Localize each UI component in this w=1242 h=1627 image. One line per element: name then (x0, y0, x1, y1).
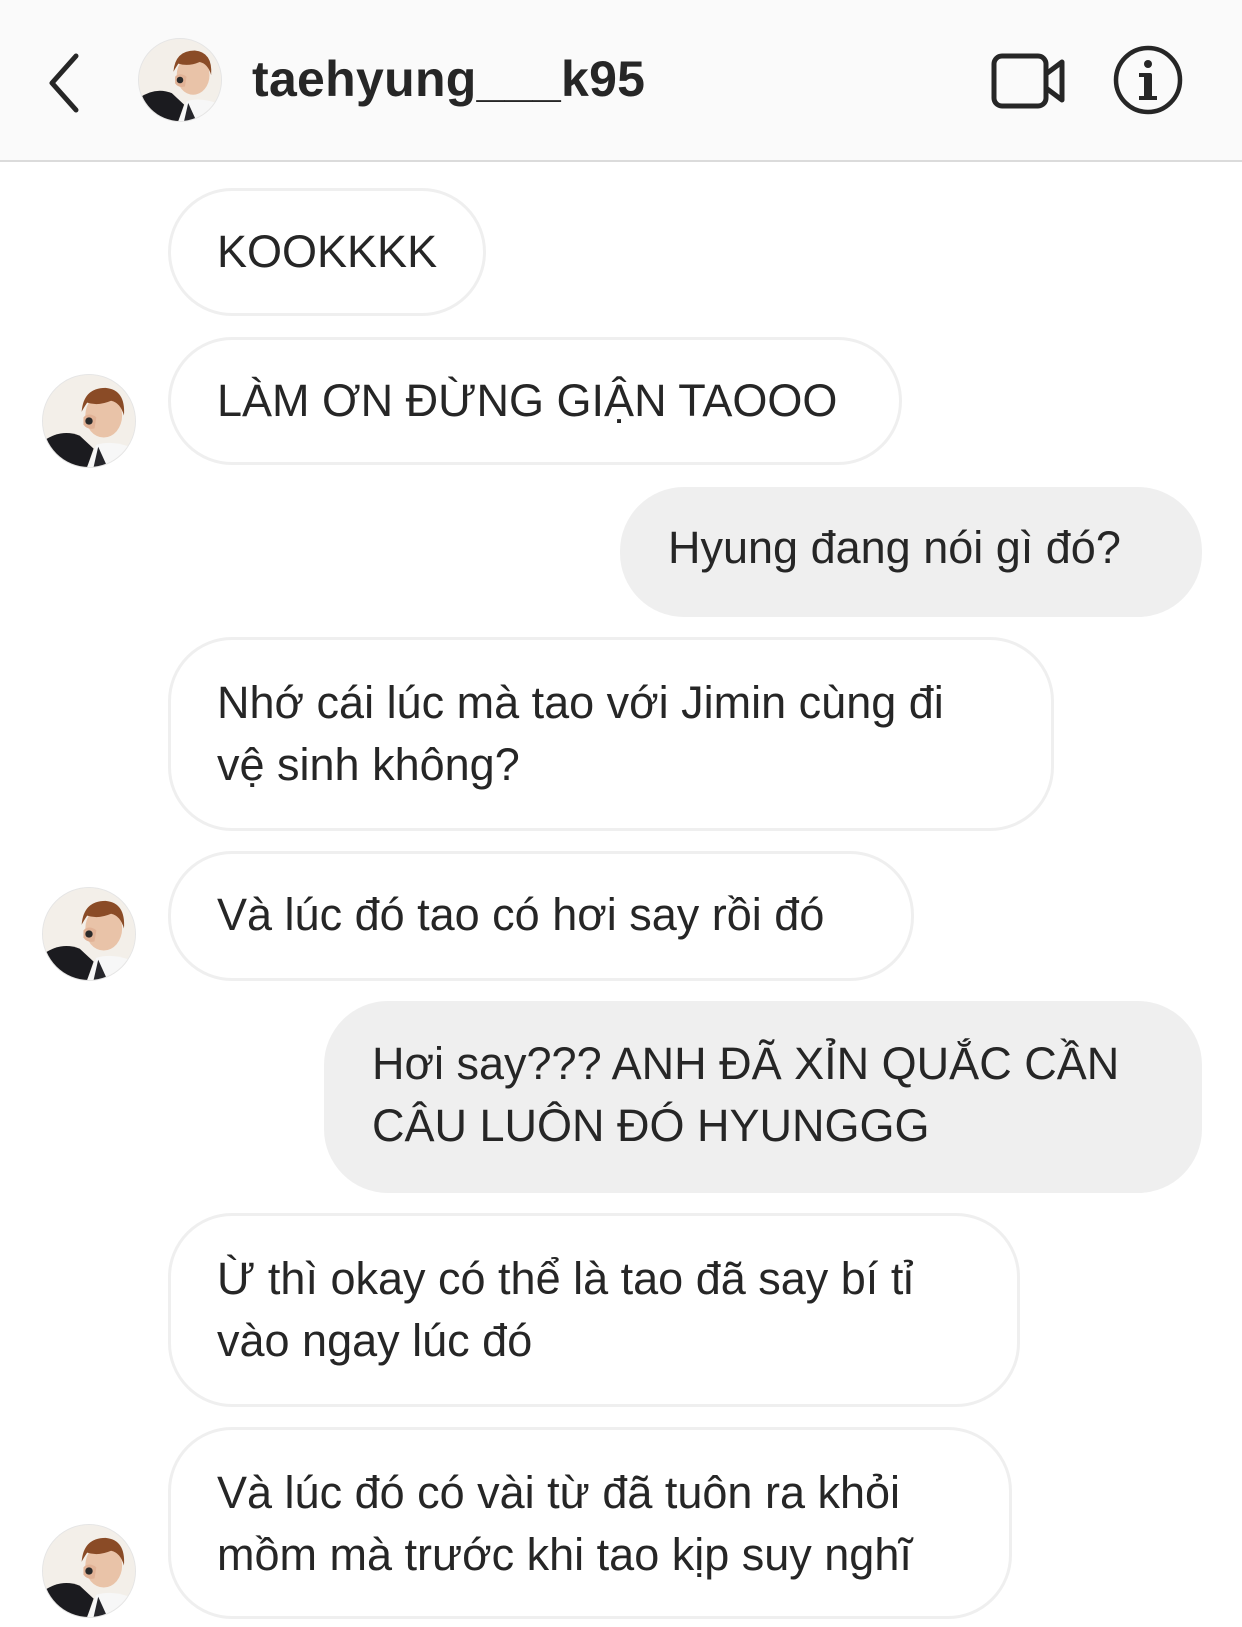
sender-avatar[interactable] (42, 374, 136, 468)
outgoing-message[interactable]: Hơi say??? ANH ĐÃ XỈN QUẮC CẦN CÂU LUÔN … (324, 1001, 1202, 1193)
incoming-message[interactable]: Ừ thì okay có thể là tao đã say bí tỉ và… (168, 1213, 1020, 1407)
message-text: KOOKKKK (217, 226, 438, 277)
message-text: Nhớ cái lúc mà tao với Jimin cùng đi (217, 677, 944, 728)
sender-avatar[interactable] (42, 1524, 136, 1618)
message-text: Hơi say??? ANH ĐÃ XỈN QUẮC CẦN (372, 1038, 1120, 1089)
message-text: Và lúc đó có vài từ đã tuôn ra khỏi (217, 1467, 901, 1518)
incoming-message[interactable]: Và lúc đó tao có hơi say rồi đó (168, 851, 914, 981)
message-text: CÂU LUÔN ĐÓ HYUNGGG (372, 1100, 930, 1151)
outgoing-message[interactable]: Hyung đang nói gì đó? (620, 487, 1202, 617)
message-text: Hyung đang nói gì đó? (668, 522, 1121, 573)
chat-username[interactable]: taehyung___k95 (252, 50, 645, 108)
profile-avatar[interactable] (138, 38, 222, 122)
chat-header: taehyung___k95 (0, 0, 1242, 162)
incoming-message[interactable]: Nhớ cái lúc mà tao với Jimin cùng đi vệ … (168, 637, 1054, 831)
incoming-message[interactable]: Và lúc đó có vài từ đã tuôn ra khỏi mồm … (168, 1427, 1012, 1619)
incoming-message[interactable]: LÀM ƠN ĐỪNG GIẬN TAOOO (168, 337, 902, 465)
back-chevron-icon[interactable] (40, 48, 90, 118)
incoming-message[interactable]: KOOKKKK (168, 188, 486, 316)
message-text: vệ sinh không? (217, 739, 520, 790)
sender-avatar[interactable] (42, 887, 136, 981)
message-text: mồm mà trước khi tao kịp suy nghĩ (217, 1529, 912, 1580)
info-icon[interactable] (1112, 44, 1184, 116)
message-text: Ừ thì okay có thể là tao đã say bí tỉ (217, 1253, 914, 1304)
video-call-icon[interactable] (990, 50, 1068, 112)
message-text: LÀM ƠN ĐỪNG GIẬN TAOOO (217, 375, 838, 426)
message-text: vào ngay lúc đó (217, 1315, 533, 1366)
message-text: Và lúc đó tao có hơi say rồi đó (217, 889, 825, 940)
